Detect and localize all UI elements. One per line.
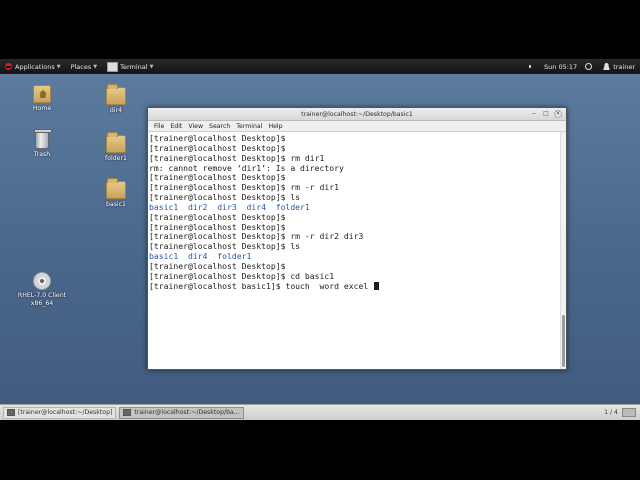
desktop-icon-rhel-disc[interactable]: RHEL-7.0 Client x86_64 xyxy=(12,272,72,308)
desktop-icon-label: Home xyxy=(32,105,52,112)
applications-menu[interactable]: Applications ▼ xyxy=(0,59,66,74)
taskbar-item-label: [trainer@localhost:~/Desktop] xyxy=(18,409,113,416)
desktop-icon-label: Trash xyxy=(33,151,51,158)
menu-search[interactable]: Search xyxy=(206,123,233,130)
desktop-icon-label: dir4 xyxy=(109,107,123,114)
chevron-down-icon: ▼ xyxy=(149,63,154,70)
minimize-icon[interactable]: ‒ xyxy=(530,110,538,118)
menu-edit[interactable]: Edit xyxy=(167,123,185,130)
menu-help[interactable]: Help xyxy=(265,123,285,130)
taskbar-item-label: trainer@localhost:~/Desktop/ba... xyxy=(134,409,240,416)
user-menu[interactable]: trainer xyxy=(595,59,640,74)
trash-icon xyxy=(34,129,52,149)
power-icon[interactable] xyxy=(585,63,593,70)
terminal-output[interactable]: [trainer@localhost Desktop]$ [trainer@lo… xyxy=(148,132,560,369)
desktop-icon-basic1[interactable]: basic1 xyxy=(91,178,141,209)
desktop-screen: Applications ▼ Places ▼ Terminal ▼ Sun 0… xyxy=(0,59,640,420)
volume-icon[interactable] xyxy=(528,63,534,70)
applications-label: Applications xyxy=(15,62,55,71)
scrollbar-thumb[interactable] xyxy=(562,315,565,367)
taskbar-item-desktop-terminal[interactable]: [trainer@localhost:~/Desktop] xyxy=(3,406,117,419)
menu-terminal[interactable]: Terminal xyxy=(233,123,265,130)
terminal-title: trainer@localhost:~/Desktop/basic1 xyxy=(301,110,413,118)
chevron-down-icon: ▼ xyxy=(56,63,61,70)
folder-icon xyxy=(106,132,126,153)
desktop-icon-label: folder1 xyxy=(105,155,127,162)
menu-file[interactable]: File xyxy=(151,123,167,130)
folder-icon xyxy=(106,84,126,105)
terminal-scrollbar[interactable] xyxy=(560,132,566,369)
disc-icon xyxy=(33,272,51,290)
terminal-current-command: [trainer@localhost basic1]$ touch word e… xyxy=(149,280,374,291)
terminal-prompt-line[interactable]: [trainer@localhost basic1]$ touch word e… xyxy=(149,280,560,292)
places-menu[interactable]: Places ▼ xyxy=(66,59,103,74)
menu-view[interactable]: View xyxy=(185,123,206,130)
desktop-icon-label: RHEL-7.0 Client x86_64 xyxy=(17,292,67,307)
workspace-icon xyxy=(622,408,636,417)
terminal-icon xyxy=(123,409,132,416)
maximize-icon[interactable]: □ xyxy=(542,110,550,118)
clock[interactable]: Sun 05:17 xyxy=(539,59,582,74)
top-panel-status: Sun 05:17 trainer xyxy=(525,59,640,74)
terminal-window[interactable]: trainer@localhost:~/Desktop/basic1 ‒ □ ×… xyxy=(147,107,567,370)
text-cursor xyxy=(374,281,380,290)
desktop-icon-home[interactable]: Home xyxy=(17,85,67,113)
terminal-titlebar[interactable]: trainer@localhost:~/Desktop/basic1 ‒ □ × xyxy=(148,108,566,121)
redhat-icon xyxy=(5,63,12,70)
desktop-icon-label: basic1 xyxy=(105,201,126,208)
user-icon xyxy=(603,63,611,70)
bottom-taskbar: [trainer@localhost:~/Desktop] trainer@lo… xyxy=(0,404,640,420)
places-label: Places xyxy=(70,62,92,71)
desktop-icon-trash[interactable]: Trash xyxy=(17,129,67,159)
folder-icon xyxy=(106,178,126,199)
desktop-icon-dir4[interactable]: dir4 xyxy=(91,84,141,115)
user-label: trainer xyxy=(613,62,635,71)
home-folder-icon xyxy=(33,85,51,103)
workspace-switcher[interactable]: 1 / 4 xyxy=(600,406,640,420)
chevron-down-icon: ▼ xyxy=(93,63,98,70)
close-icon[interactable]: × xyxy=(554,110,562,118)
top-panel: Applications ▼ Places ▼ Terminal ▼ Sun 0… xyxy=(0,59,640,74)
desktop-icon-folder1[interactable]: folder1 xyxy=(91,132,141,163)
workspace-label: 1 / 4 xyxy=(604,409,618,416)
terminal-icon xyxy=(107,61,119,72)
terminal-icon xyxy=(7,409,15,416)
terminal-app-label: Terminal xyxy=(120,62,148,71)
terminal-menubar: File Edit View Search Terminal Help xyxy=(148,121,566,132)
taskbar-item-basic1-terminal[interactable]: trainer@localhost:~/Desktop/ba... xyxy=(119,406,244,419)
window-controls: ‒ □ × xyxy=(530,110,562,118)
terminal-app-menu[interactable]: Terminal ▼ xyxy=(102,59,158,74)
